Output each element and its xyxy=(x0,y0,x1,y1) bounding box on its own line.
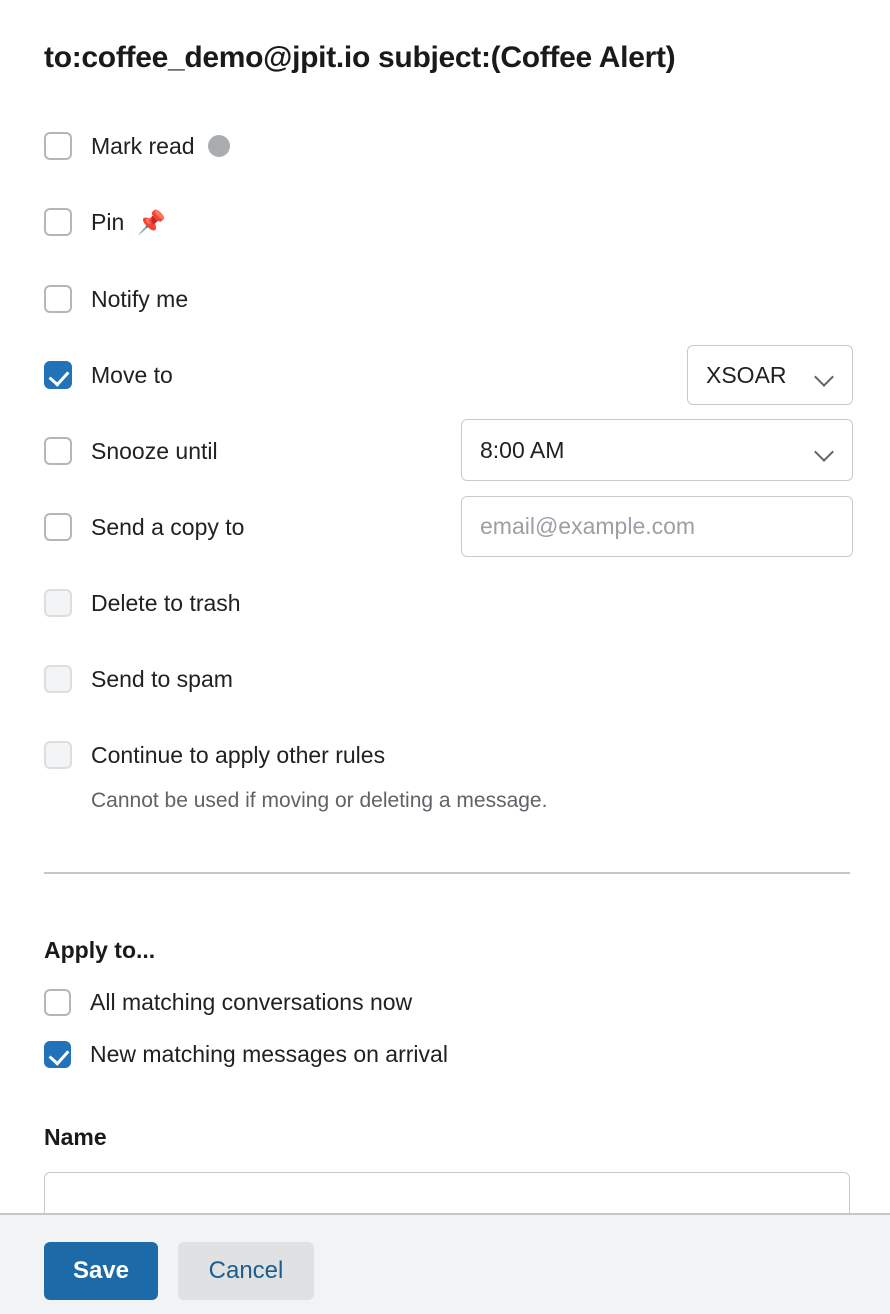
apply-to-heading: Apply to... xyxy=(44,937,156,963)
apply-label-new-matching: New matching messages on arrival xyxy=(90,1040,448,1067)
action-label-snooze-until: Snooze until xyxy=(91,437,218,464)
cancel-button[interactable]: Cancel xyxy=(178,1242,314,1300)
pushpin-icon: 📌 xyxy=(137,208,166,235)
action-row-continue-rules[interactable]: Continue to apply other rules xyxy=(44,740,385,770)
action-label-delete-to-trash: Delete to trash xyxy=(91,589,241,616)
checkbox-snooze-until[interactable] xyxy=(44,437,72,465)
checkbox-delete-to-trash[interactable] xyxy=(44,589,72,617)
action-label-pin: Pin xyxy=(91,208,125,235)
send-copy-email-input[interactable]: email@example.com xyxy=(461,496,853,557)
checkbox-new-matching-messages[interactable] xyxy=(44,1040,71,1068)
save-button[interactable]: Save xyxy=(44,1242,158,1300)
checkbox-move-to[interactable] xyxy=(44,361,72,389)
checkbox-notify-me[interactable] xyxy=(44,285,72,313)
action-label-send-to-spam: Send to spam xyxy=(91,665,233,692)
name-input[interactable] xyxy=(44,1172,850,1213)
checkbox-mark-read[interactable] xyxy=(44,132,72,160)
page-title: to:coffee_demo@jpit.io subject:(Coffee A… xyxy=(44,41,676,74)
action-row-send-to-spam[interactable]: Send to spam xyxy=(44,664,233,694)
action-row-notify-me[interactable]: Notify me xyxy=(44,284,188,314)
send-copy-email-placeholder: email@example.com xyxy=(480,513,696,539)
apply-label-all-matching: All matching conversations now xyxy=(90,988,413,1015)
snooze-until-value: 8:00 AM xyxy=(480,436,565,463)
checkbox-send-a-copy-to[interactable] xyxy=(44,513,72,541)
apply-row-all-matching[interactable]: All matching conversations now xyxy=(44,987,412,1017)
gray-dot-icon xyxy=(207,135,230,157)
action-row-mark-read[interactable]: Mark read xyxy=(44,131,230,161)
action-label-send-a-copy-to: Send a copy to xyxy=(91,513,245,540)
action-row-delete-to-trash[interactable]: Delete to trash xyxy=(44,588,241,618)
action-row-move-to[interactable]: Move to xyxy=(44,360,173,390)
chevron-down-icon xyxy=(816,445,834,456)
action-label-notify-me: Notify me xyxy=(91,285,189,312)
dialog-footer: Save Cancel xyxy=(0,1213,890,1314)
action-row-pin[interactable]: Pin 📌 xyxy=(44,207,166,237)
checkbox-send-to-spam[interactable] xyxy=(44,665,72,693)
section-divider xyxy=(44,872,850,874)
checkbox-pin[interactable] xyxy=(44,208,72,236)
checkbox-all-matching-conversations[interactable] xyxy=(44,988,71,1016)
move-to-folder-value: XSOAR xyxy=(706,361,787,388)
action-label-mark-read: Mark read xyxy=(91,132,195,159)
chevron-down-icon xyxy=(816,370,834,381)
move-to-folder-select[interactable]: XSOAR xyxy=(687,345,853,405)
apply-row-new-matching[interactable]: New matching messages on arrival xyxy=(44,1039,448,1069)
filter-dialog-body: to:coffee_demo@jpit.io subject:(Coffee A… xyxy=(0,0,890,1213)
action-row-send-a-copy-to[interactable]: Send a copy to xyxy=(44,512,244,542)
snooze-until-select[interactable]: 8:00 AM xyxy=(461,419,853,481)
helper-text-continue-rules: Cannot be used if moving or deleting a m… xyxy=(91,789,548,812)
name-field-label: Name xyxy=(44,1124,107,1150)
checkbox-continue-rules[interactable] xyxy=(44,741,72,769)
action-label-continue-rules: Continue to apply other rules xyxy=(91,741,386,768)
action-label-move-to: Move to xyxy=(91,361,173,388)
action-row-snooze-until[interactable]: Snooze until xyxy=(44,436,218,466)
